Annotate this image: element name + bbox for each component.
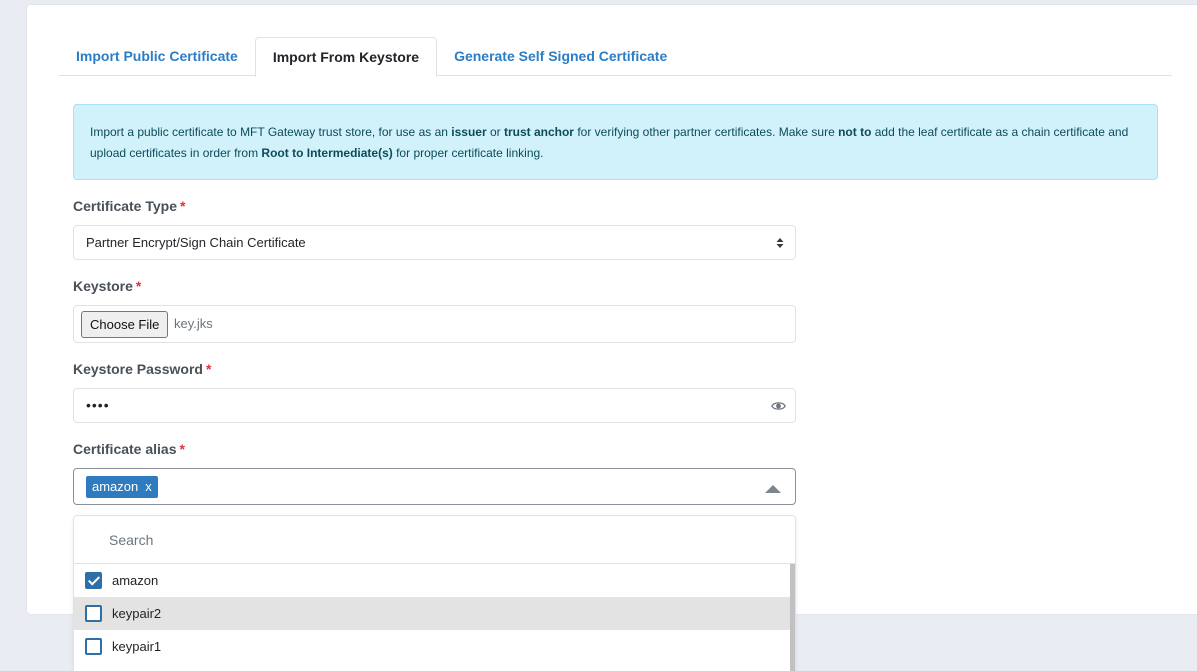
- caret-up-icon[interactable]: [765, 485, 781, 493]
- checkbox-checked-icon[interactable]: [85, 572, 102, 589]
- alias-dropdown-menu: amazon keypair2 keypair1: [73, 515, 796, 671]
- keystore-label: Keystore *: [73, 278, 141, 294]
- info-alert: Import a public certificate to MFT Gatew…: [73, 104, 1158, 180]
- alert-bold-not-to: not to: [838, 125, 872, 139]
- certificate-alias-label: Certificate alias *: [73, 441, 185, 457]
- tag-label: amazon: [92, 479, 139, 494]
- password-masked-value: ••••: [86, 397, 110, 413]
- keystore-password-label-text: Keystore Password: [73, 361, 203, 377]
- alert-bold-trust-anchor: trust anchor: [503, 125, 574, 139]
- tab-bar: Import Public Certificate Import From Ke…: [59, 37, 1172, 77]
- dropdown-option-keypair1[interactable]: keypair1: [74, 630, 795, 663]
- keystore-password-field[interactable]: ••••: [73, 388, 796, 423]
- checkbox-icon[interactable]: [85, 638, 102, 655]
- alert-text: or: [486, 125, 504, 139]
- certificate-alias-label-text: Certificate alias: [73, 441, 177, 457]
- selected-alias-tag: amazon x: [86, 476, 158, 498]
- certificate-alias-multiselect[interactable]: amazon x: [73, 468, 796, 505]
- dropdown-option-amazon[interactable]: amazon: [74, 564, 795, 597]
- tab-import-public-certificate[interactable]: Import Public Certificate: [59, 37, 255, 76]
- required-mark: *: [180, 198, 186, 214]
- dropdown-option-list: amazon keypair2 keypair1: [74, 564, 795, 671]
- required-mark: *: [179, 441, 185, 457]
- tag-remove-button[interactable]: x: [145, 476, 152, 498]
- alert-text: for verifying other partner certificates…: [573, 125, 839, 139]
- keystore-password-label: Keystore Password *: [73, 361, 211, 377]
- dropdown-option-partial[interactable]: [74, 663, 795, 671]
- dropdown-scrollbar[interactable]: [790, 564, 795, 671]
- alert-bold-root-to-intermediate: Root to Intermediate(s): [261, 146, 393, 160]
- option-label: keypair2: [112, 606, 162, 621]
- certificate-type-value: Partner Encrypt/Sign Chain Certificate: [86, 235, 306, 250]
- option-label: amazon: [112, 573, 159, 588]
- sort-arrows-icon: [776, 238, 784, 248]
- dropdown-search-row: [74, 516, 795, 564]
- alert-bold-issuer: issuer: [451, 125, 487, 139]
- selected-file-name: key.jks: [174, 316, 213, 331]
- required-mark: *: [205, 361, 212, 377]
- eye-icon[interactable]: [771, 400, 786, 412]
- option-label: keypair1: [112, 639, 162, 654]
- tab-import-from-keystore[interactable]: Import From Keystore: [254, 37, 438, 77]
- tab-generate-self-signed-certificate[interactable]: Generate Self Signed Certificate: [437, 37, 684, 76]
- certificate-type-label: Certificate Type *: [73, 198, 185, 214]
- certificate-type-label-text: Certificate Type: [73, 198, 177, 214]
- keystore-file-input: Choose File key.jks: [73, 305, 796, 343]
- alert-text: Import a public certificate to MFT Gatew…: [90, 125, 452, 139]
- checkbox-icon[interactable]: [85, 605, 102, 622]
- dropdown-option-keypair2[interactable]: keypair2: [74, 597, 795, 630]
- required-mark: *: [135, 278, 142, 294]
- certificate-type-select[interactable]: Partner Encrypt/Sign Chain Certificate: [73, 225, 796, 260]
- choose-file-button[interactable]: Choose File: [81, 311, 169, 338]
- keystore-label-text: Keystore: [73, 278, 133, 294]
- alert-text: for proper certificate linking.: [392, 146, 544, 160]
- dropdown-search-input[interactable]: [101, 526, 761, 554]
